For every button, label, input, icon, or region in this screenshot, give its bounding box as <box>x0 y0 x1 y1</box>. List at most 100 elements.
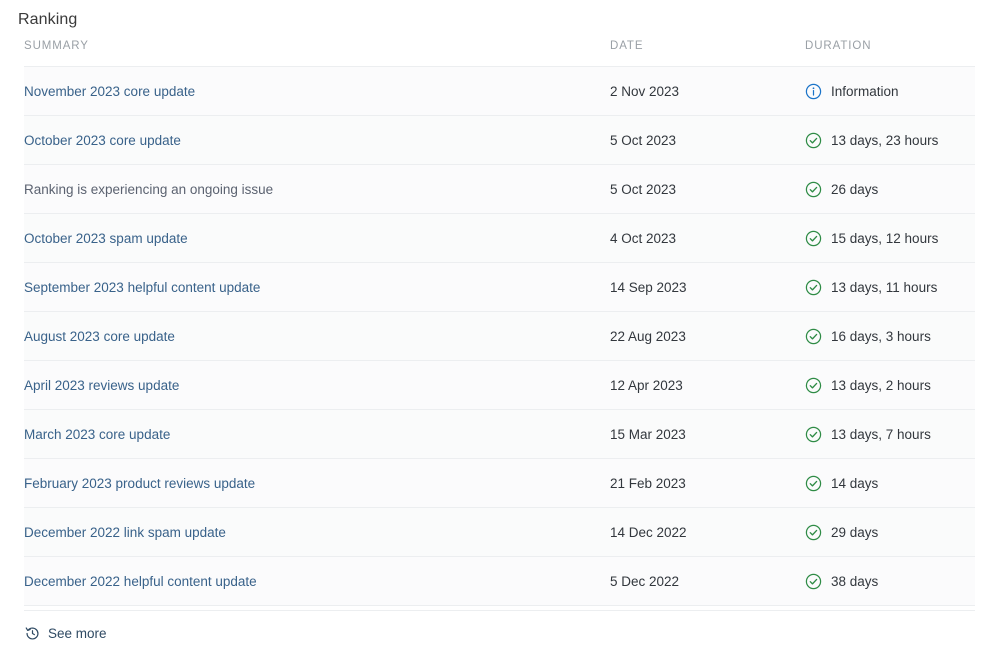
cell-duration: 38 days <box>805 556 975 606</box>
date-value: 4 Oct 2023 <box>610 230 677 246</box>
summary-link[interactable]: April 2023 reviews update <box>24 378 179 393</box>
cell-duration: 15 days, 12 hours <box>805 213 975 263</box>
duration-value: 29 days <box>831 524 879 540</box>
date-value: 5 Oct 2023 <box>610 132 677 148</box>
cell-summary: December 2022 helpful content update <box>24 556 610 606</box>
summary-link[interactable]: December 2022 link spam update <box>24 525 226 540</box>
cell-summary: October 2023 spam update <box>24 213 610 263</box>
table-row: December 2022 helpful content update 5 De… <box>24 556 975 606</box>
check-circle-icon <box>805 279 822 296</box>
check-circle-icon <box>805 181 822 198</box>
date-value: 12 Apr 2023 <box>610 377 683 393</box>
table-body: November 2023 core update 2 Nov 2023 Infor… <box>24 66 975 606</box>
column-header-summary: SUMMARY <box>24 40 610 67</box>
cell-date: 14 Sep 2023 <box>610 262 805 312</box>
cell-date: 21 Feb 2023 <box>610 458 805 508</box>
duration-status: 16 days, 3 hours <box>805 328 975 345</box>
table-row: October 2023 spam update 4 Oct 2023 15 day… <box>24 213 975 263</box>
check-circle-icon <box>805 377 822 394</box>
date-value: 5 Dec 2022 <box>610 573 680 589</box>
duration-value: 16 days, 3 hours <box>831 328 931 344</box>
check-circle-icon <box>805 426 822 443</box>
column-header-duration: DURATION <box>805 40 975 67</box>
duration-value: Information <box>831 83 899 99</box>
check-circle-icon <box>805 132 822 149</box>
cell-summary: November 2023 core update <box>24 66 610 116</box>
info-circle-icon <box>805 83 822 100</box>
table-row: September 2023 helpful content update 14 … <box>24 262 975 312</box>
cell-summary: March 2023 core update <box>24 409 610 459</box>
cell-summary: December 2022 link spam update <box>24 507 610 557</box>
cell-summary: Ranking is experiencing an ongoing issue <box>24 164 610 214</box>
duration-status: 14 days <box>805 475 975 492</box>
table-row: February 2023 product reviews update 21 F… <box>24 458 975 508</box>
cell-date: 2 Nov 2023 <box>610 66 805 116</box>
cell-summary: October 2023 core update <box>24 115 610 165</box>
summary-link[interactable]: February 2023 product reviews update <box>24 476 255 491</box>
cell-duration: 13 days, 7 hours <box>805 409 975 459</box>
duration-value: 38 days <box>831 573 879 589</box>
duration-value: 15 days, 12 hours <box>831 230 939 246</box>
duration-value: 13 days, 11 hours <box>831 279 938 295</box>
date-value: 15 Mar 2023 <box>610 426 686 442</box>
duration-value: 13 days, 23 hours <box>831 132 939 148</box>
check-circle-icon <box>805 573 822 590</box>
table-header: SUMMARY DATE DURATION <box>24 40 975 67</box>
cell-summary: August 2023 core update <box>24 311 610 361</box>
check-circle-icon <box>805 524 822 541</box>
cell-date: 15 Mar 2023 <box>610 409 805 459</box>
history-clock-icon <box>25 626 40 641</box>
duration-status: Information <box>805 83 975 100</box>
page-title: Ranking <box>18 11 78 28</box>
table-row: Ranking is experiencing an ongoing issue… <box>24 164 975 214</box>
duration-status: 13 days, 7 hours <box>805 426 975 443</box>
cell-duration: 29 days <box>805 507 975 557</box>
cell-date: 5 Oct 2023 <box>610 164 805 214</box>
summary-link[interactable]: October 2023 spam update <box>24 231 188 246</box>
see-more-button[interactable]: See more <box>25 626 107 641</box>
cell-date: 14 Dec 2022 <box>610 507 805 557</box>
cell-date: 12 Apr 2023 <box>610 360 805 410</box>
summary-link[interactable]: September 2023 helpful content update <box>24 280 260 295</box>
summary-link[interactable]: October 2023 core update <box>24 133 181 148</box>
cell-duration: Information <box>805 66 975 116</box>
cell-summary: February 2023 product reviews update <box>24 458 610 508</box>
status-history-table: SUMMARY DATE DURATION November 2023 core… <box>24 40 975 606</box>
summary-link[interactable]: November 2023 core update <box>24 84 195 99</box>
summary-link[interactable]: August 2023 core update <box>24 329 175 344</box>
duration-status: 13 days, 23 hours <box>805 132 975 149</box>
cell-duration: 26 days <box>805 164 975 214</box>
cell-summary: April 2023 reviews update <box>24 360 610 410</box>
table-row: August 2023 core update 22 Aug 2023 16 day… <box>24 311 975 361</box>
footer-divider <box>24 610 975 611</box>
date-value: 21 Feb 2023 <box>610 475 686 491</box>
cell-duration: 13 days, 23 hours <box>805 115 975 165</box>
column-header-date: DATE <box>610 40 805 67</box>
date-value: 14 Dec 2022 <box>610 524 687 540</box>
duration-value: 13 days, 2 hours <box>831 377 931 393</box>
duration-value: 13 days, 7 hours <box>831 426 931 442</box>
see-more-label: See more <box>48 626 107 641</box>
check-circle-icon <box>805 475 822 492</box>
summary-text: Ranking is experiencing an ongoing issue <box>24 181 274 197</box>
duration-status: 29 days <box>805 524 975 541</box>
cell-duration: 16 days, 3 hours <box>805 311 975 361</box>
date-value: 14 Sep 2023 <box>610 279 687 295</box>
duration-status: 26 days <box>805 181 975 198</box>
date-value: 2 Nov 2023 <box>610 83 680 99</box>
duration-value: 14 days <box>831 475 879 491</box>
cell-date: 22 Aug 2023 <box>610 311 805 361</box>
check-circle-icon <box>805 328 822 345</box>
cell-duration: 14 days <box>805 458 975 508</box>
cell-duration: 13 days, 11 hours <box>805 262 975 312</box>
summary-link[interactable]: March 2023 core update <box>24 427 170 442</box>
date-value: 22 Aug 2023 <box>610 328 686 344</box>
cell-date: 5 Dec 2022 <box>610 556 805 606</box>
cell-date: 5 Oct 2023 <box>610 115 805 165</box>
duration-status: 13 days, 11 hours <box>805 279 975 296</box>
cell-date: 4 Oct 2023 <box>610 213 805 263</box>
table-row: March 2023 core update 15 Mar 2023 13 days… <box>24 409 975 459</box>
summary-link[interactable]: December 2022 helpful content update <box>24 574 257 589</box>
table-row: April 2023 reviews update 12 Apr 2023 13 d… <box>24 360 975 410</box>
date-value: 5 Oct 2023 <box>610 181 677 197</box>
